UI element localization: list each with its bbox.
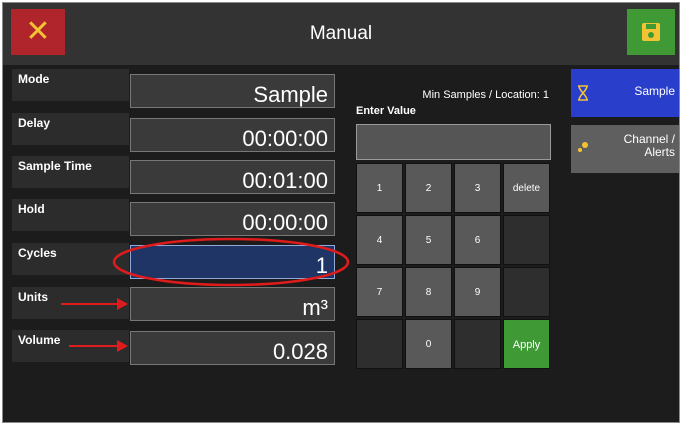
delay-value[interactable]: 00:00:00 <box>130 118 335 152</box>
close-button[interactable]: ✕ <box>11 9 65 55</box>
key-3[interactable]: 3 <box>454 163 501 213</box>
key-blank <box>356 319 403 369</box>
delay-label: Delay <box>12 113 129 145</box>
mode-value[interactable]: Sample <box>130 74 335 108</box>
channel-dots-icon <box>578 142 588 152</box>
volume-value[interactable]: 0.028 <box>130 331 335 365</box>
cycles-highlight-ellipse <box>112 237 350 287</box>
key-4[interactable]: 4 <box>356 215 403 265</box>
hourglass-icon <box>578 85 588 101</box>
tab-channel-alerts-label: Channel / Alerts <box>624 133 675 159</box>
min-samples-text: Min Samples / Location: 1 <box>422 89 549 101</box>
key-delete[interactable]: delete <box>503 163 550 213</box>
value-entry-field[interactable] <box>356 124 551 160</box>
units-value[interactable]: m³ <box>130 287 335 321</box>
tab-channel-alerts-label-line2: Alerts <box>644 145 675 159</box>
enter-value-label: Enter Value <box>356 105 416 117</box>
units-arrow-line <box>61 303 119 305</box>
window-title: Manual <box>309 23 373 44</box>
tab-sample-label: Sample <box>634 84 675 98</box>
key-7[interactable]: 7 <box>356 267 403 317</box>
tab-channel-alerts[interactable]: Channel / Alerts <box>571 125 679 173</box>
mode-label: Mode <box>12 69 129 101</box>
key-0[interactable]: 0 <box>405 319 452 369</box>
key-blank <box>503 267 550 317</box>
save-button[interactable] <box>627 9 675 55</box>
tab-channel-alerts-label-line1: Channel / <box>623 132 675 146</box>
key-1[interactable]: 1 <box>356 163 403 213</box>
sample-time-label: Sample Time <box>12 156 129 188</box>
app-frame: Manual ✕ Mode Sample Delay 00:00:00 Samp… <box>2 2 680 423</box>
key-6[interactable]: 6 <box>454 215 501 265</box>
key-2[interactable]: 2 <box>405 163 452 213</box>
apply-button[interactable]: Apply <box>503 319 550 369</box>
key-5[interactable]: 5 <box>405 215 452 265</box>
key-8[interactable]: 8 <box>405 267 452 317</box>
key-blank <box>454 319 501 369</box>
key-9[interactable]: 9 <box>454 267 501 317</box>
hold-label: Hold <box>12 199 129 231</box>
tab-sample[interactable]: Sample <box>571 69 679 117</box>
close-x-icon: ✕ <box>25 15 51 48</box>
hold-value[interactable]: 00:00:00 <box>130 202 335 236</box>
units-arrow-head <box>117 298 128 310</box>
key-blank <box>503 215 550 265</box>
sample-time-value[interactable]: 00:01:00 <box>130 160 335 194</box>
save-floppy-icon <box>642 23 660 41</box>
volume-arrow-line <box>69 345 119 347</box>
title-bar: Manual ✕ <box>3 3 679 65</box>
volume-arrow-head <box>117 340 128 352</box>
